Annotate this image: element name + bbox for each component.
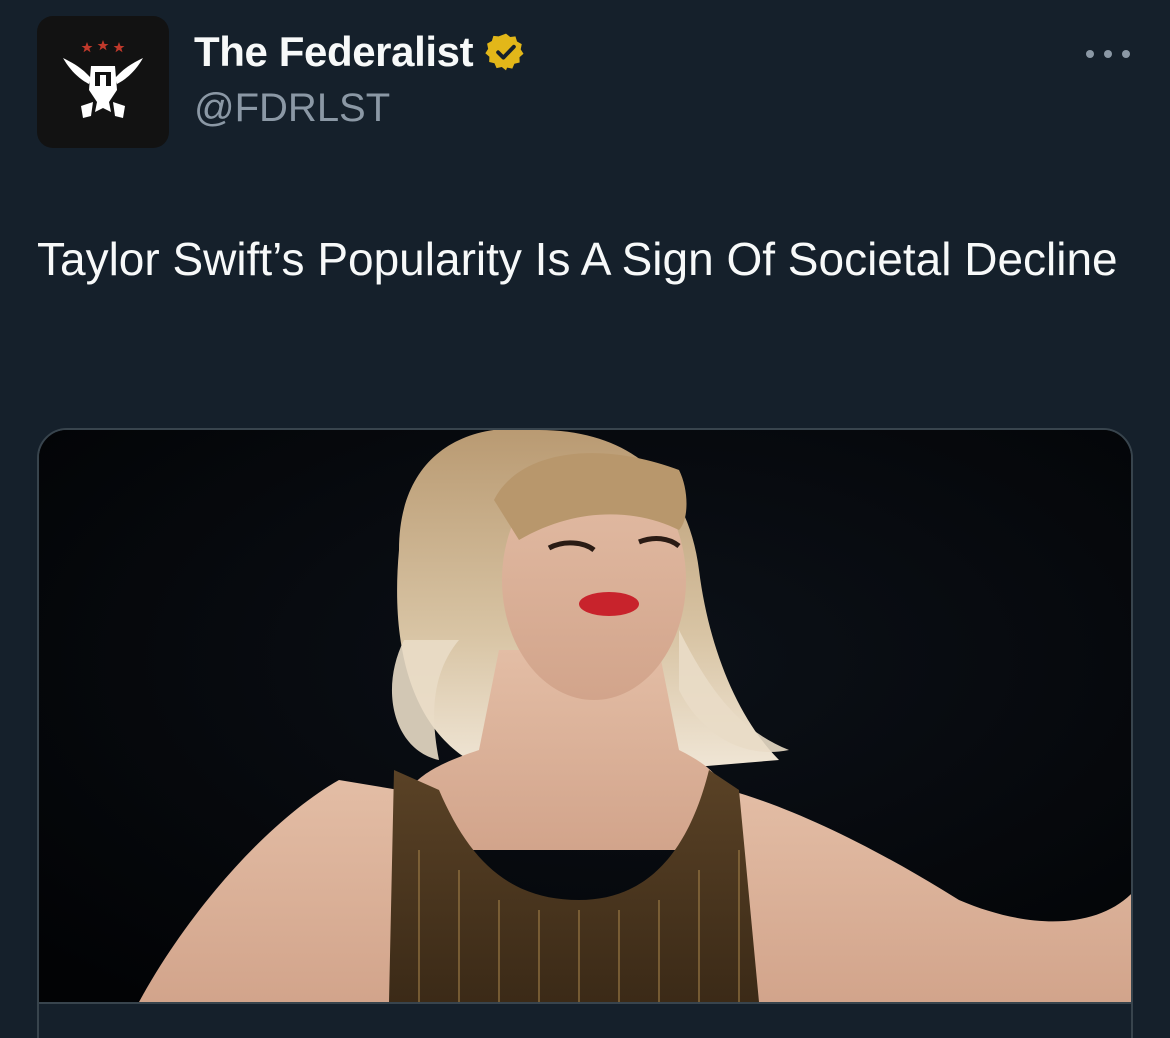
article-photo (39, 430, 1131, 1002)
more-options-button[interactable] (1080, 40, 1136, 68)
tweet-text: Taylor Swift’s Popularity Is A Sign Of S… (37, 233, 1118, 285)
author-handle[interactable]: @FDRLST (194, 86, 390, 131)
card-image[interactable] (39, 430, 1131, 1002)
author-name-label: The Federalist (194, 28, 474, 75)
more-options-dot (1104, 50, 1112, 58)
author-avatar[interactable] (37, 16, 169, 148)
author-name[interactable]: The Federalist (194, 28, 527, 76)
card-divider (39, 1002, 1131, 1004)
link-preview-card[interactable] (37, 428, 1133, 1038)
eagle-logo-icon (63, 40, 143, 118)
verified-badge-icon (485, 33, 524, 71)
more-options-dot (1122, 50, 1130, 58)
more-options-icon (1086, 50, 1094, 58)
tweet: The Federalist @FDRLST Taylor Swift’s Po… (0, 0, 1170, 1038)
